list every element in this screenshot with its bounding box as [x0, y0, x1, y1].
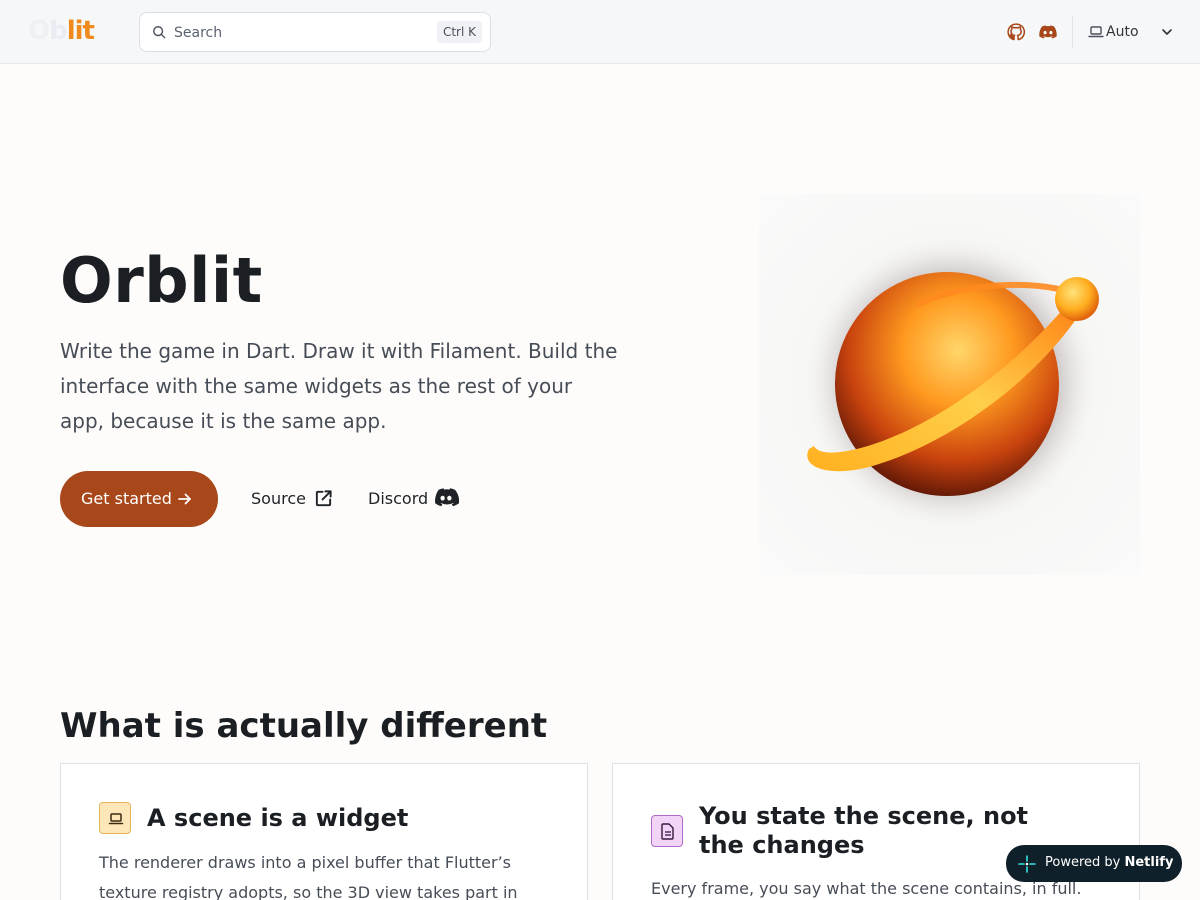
- get-started-label: Get started: [81, 489, 172, 508]
- netlify-prefix: Powered by: [1045, 855, 1125, 870]
- netlify-badge-text: Powered by Netlify: [1045, 854, 1173, 872]
- top-navbar: Oblit Search Ctrl K Auto: [0, 0, 1200, 64]
- hero-planet-image: [759, 194, 1140, 575]
- header-divider: [1072, 16, 1073, 48]
- logo-letter-b: b: [49, 16, 68, 46]
- discord-link-label: Discord: [368, 489, 429, 508]
- netlify-icon: [1018, 855, 1036, 873]
- feature-card: A scene is a widget The renderer draws i…: [60, 763, 588, 900]
- search-button[interactable]: Search Ctrl K: [139, 12, 491, 52]
- site-logo[interactable]: Oblit: [28, 16, 112, 46]
- laptop-icon: [99, 802, 131, 834]
- netlify-brand: Netlify: [1124, 855, 1174, 870]
- get-started-button[interactable]: Get started: [60, 471, 218, 527]
- hero-title: Orblit: [60, 244, 263, 317]
- github-icon[interactable]: [1006, 22, 1026, 42]
- document-icon: [651, 815, 683, 847]
- powered-by-netlify-badge[interactable]: Powered by Netlify: [1006, 845, 1182, 882]
- discord-icon[interactable]: [1038, 22, 1058, 42]
- theme-label: Auto: [1106, 24, 1139, 40]
- source-link-label: Source: [251, 489, 306, 508]
- external-link-icon: [315, 490, 332, 507]
- search-placeholder: Search: [174, 25, 223, 41]
- search-shortcut: Ctrl K: [436, 21, 482, 43]
- arrow-right-icon: [178, 493, 191, 505]
- logo-letter-o: O: [28, 16, 50, 46]
- logo-lit: lit: [66, 16, 95, 46]
- search-icon: [153, 26, 166, 39]
- hero-subtitle: Write the game in Dart. Draw it with Fil…: [60, 339, 618, 433]
- planet-icon: [801, 232, 1101, 532]
- theme-selector[interactable]: Auto: [1088, 20, 1178, 44]
- discord-icon: [435, 488, 459, 507]
- feature-card-body: The renderer draws into a pixel buffer t…: [99, 853, 518, 900]
- source-link[interactable]: Source: [251, 486, 335, 512]
- chevron-down-icon: [1162, 29, 1172, 35]
- discord-link[interactable]: Discord: [368, 486, 460, 512]
- section-title: What is actually different: [60, 706, 548, 746]
- feature-card-title: A scene is a widget: [147, 804, 409, 832]
- laptop-icon: [1088, 26, 1104, 38]
